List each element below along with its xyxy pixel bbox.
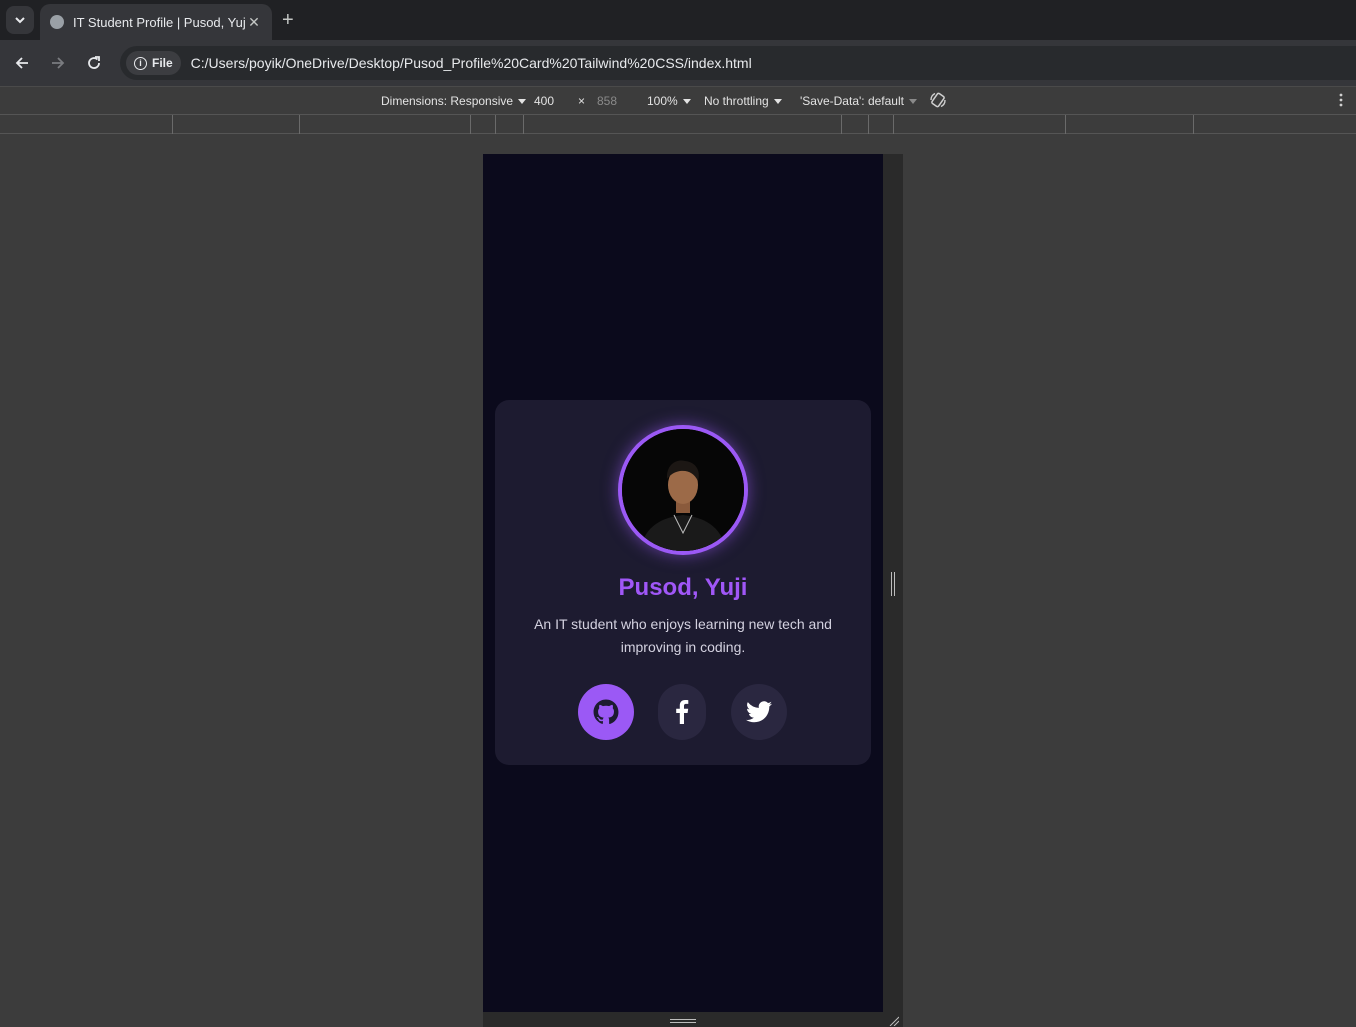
site-info-label: File — [152, 56, 173, 70]
resize-corner-icon[interactable] — [889, 1016, 899, 1026]
twitter-icon — [746, 701, 772, 723]
caret-down-icon — [518, 99, 527, 105]
ruler-tick — [523, 115, 524, 134]
github-link[interactable] — [578, 684, 634, 740]
zoom-label: 100% — [647, 94, 678, 108]
reload-icon — [88, 56, 100, 69]
ruler-tick — [841, 115, 842, 134]
media-query-ruler[interactable] — [0, 114, 1356, 134]
profile-card: Pusod, Yuji An IT student who enjoys lea… — [495, 400, 871, 765]
profile-photo — [622, 429, 744, 551]
info-icon: i — [134, 56, 147, 70]
dimensions-dropdown[interactable]: Dimensions: Responsive — [381, 94, 527, 108]
url-text[interactable]: C:/Users/poyik/OneDrive/Desktop/Pusod_Pr… — [191, 55, 752, 71]
github-icon — [593, 699, 619, 725]
ruler-tick — [172, 115, 173, 134]
emulated-viewport: Pusod, Yuji An IT student who enjoys lea… — [483, 154, 883, 1012]
browser-tab[interactable]: IT Student Profile | Pusod, Yuji ✕ — [40, 4, 272, 40]
ruler-tick — [495, 115, 496, 134]
ruler-tick — [893, 115, 894, 134]
kebab-menu-icon — [1339, 93, 1343, 107]
profile-bio: An IT student who enjoys learning new te… — [534, 616, 832, 655]
facebook-link[interactable] — [658, 684, 706, 740]
profile-name: Pusod, Yuji — [618, 574, 748, 601]
resize-handle-right[interactable] — [883, 154, 903, 1012]
resize-handle-bottom[interactable] — [483, 1012, 903, 1027]
twitter-link[interactable] — [731, 684, 787, 740]
throttling-dropdown[interactable]: No throttling — [704, 94, 782, 108]
device-toolbar: Dimensions: Responsive 400 × 858 100% No… — [0, 86, 1356, 114]
ruler-tick — [1193, 115, 1194, 134]
height-input[interactable]: 858 — [597, 94, 617, 108]
back-button[interactable] — [11, 52, 33, 74]
caret-down-icon — [908, 99, 917, 105]
save-data-label: 'Save-Data': default — [800, 94, 904, 108]
rotate-button[interactable] — [929, 91, 947, 112]
avatar — [618, 425, 748, 555]
site-info-chip[interactable]: i File — [126, 51, 181, 75]
forward-button[interactable] — [47, 52, 69, 74]
throttling-label: No throttling — [704, 94, 769, 108]
zoom-dropdown[interactable]: 100% — [647, 94, 691, 108]
ruler-tick — [868, 115, 869, 134]
new-tab-button[interactable]: + — [282, 9, 294, 31]
dimensions-label: Dimensions: Responsive — [381, 94, 514, 108]
width-input[interactable]: 400 — [534, 94, 554, 108]
tab-title: IT Student Profile | Pusod, Yuji — [73, 14, 246, 30]
caret-down-icon — [773, 99, 782, 105]
chevron-down-icon — [15, 17, 25, 24]
tab-search-button[interactable] — [6, 6, 34, 34]
facebook-icon — [676, 700, 689, 724]
ruler-tick — [1065, 115, 1066, 134]
globe-icon — [50, 15, 64, 29]
address-bar[interactable]: i File C:/Users/poyik/OneDrive/Desktop/P… — [120, 46, 1356, 80]
more-options-button[interactable] — [1338, 93, 1344, 110]
tab-close-button[interactable]: ✕ — [246, 14, 262, 31]
reload-button[interactable] — [83, 52, 105, 74]
ruler-tick — [470, 115, 471, 134]
times-symbol: × — [578, 94, 586, 108]
caret-down-icon — [682, 99, 691, 105]
arrow-right-icon — [52, 57, 65, 69]
ruler-tick — [299, 115, 300, 134]
grip-icon — [670, 1019, 696, 1023]
arrow-left-icon — [15, 57, 28, 69]
grip-icon — [891, 572, 895, 596]
save-data-dropdown[interactable]: 'Save-Data': default — [800, 94, 917, 108]
tab-strip: IT Student Profile | Pusod, Yuji ✕ + — [0, 0, 1356, 40]
browser-toolbar: i File C:/Users/poyik/OneDrive/Desktop/P… — [0, 40, 1356, 86]
rotate-icon — [930, 92, 946, 108]
